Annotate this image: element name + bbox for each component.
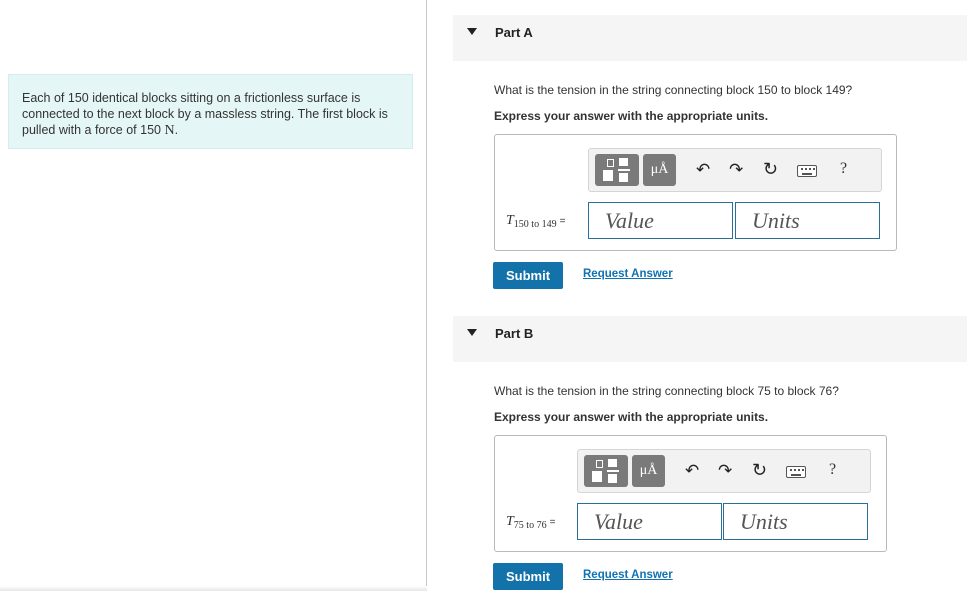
keyboard-icon[interactable] (786, 466, 806, 478)
redo-icon[interactable]: ↷ (718, 461, 732, 481)
force-unit: N (164, 123, 175, 138)
part-b-variable-label: T75 to 76 = (506, 514, 556, 531)
part-a-variable-label: T150 to 149 = (506, 213, 566, 230)
keyboard-icon[interactable] (797, 165, 817, 177)
part-b-submit-button[interactable]: Submit (493, 563, 563, 590)
part-a-instructions: Express your answer with the appropriate… (494, 109, 769, 123)
collapse-triangle-icon[interactable] (467, 329, 477, 336)
part-a-value-input[interactable]: Value (588, 202, 733, 239)
templates-icon[interactable] (595, 154, 639, 186)
part-a-header[interactable]: Part A (453, 15, 967, 61)
templates-icon[interactable] (584, 455, 628, 487)
redo-icon[interactable]: ↷ (729, 160, 743, 180)
part-b-toolbar: μÅ ↶ ↷ ↻ ? (577, 449, 871, 493)
part-a-submit-button[interactable]: Submit (493, 262, 563, 289)
part-a-answer-box: μÅ ↶ ↷ ↻ ? T150 to 149 = Value Units (494, 134, 897, 251)
reset-icon[interactable]: ↻ (763, 159, 778, 179)
part-a-question: What is the tension in the string connec… (494, 83, 853, 97)
reset-icon[interactable]: ↻ (752, 460, 767, 480)
undo-icon[interactable]: ↶ (696, 160, 710, 180)
part-b-title: Part B (495, 326, 534, 341)
problem-text: Each of 150 identical blocks sitting on … (22, 91, 388, 137)
help-icon[interactable]: ? (840, 160, 847, 178)
part-a-request-answer-link[interactable]: Request Answer (583, 268, 673, 280)
part-b-value-input[interactable]: Value (577, 503, 722, 540)
units-button[interactable]: μÅ (643, 154, 676, 186)
part-b-answer-box: μÅ ↶ ↷ ↻ ? T75 to 76 = Value Units (494, 435, 887, 552)
part-b-request-answer-link[interactable]: Request Answer (583, 569, 673, 581)
units-button[interactable]: μÅ (632, 455, 665, 487)
part-b-header[interactable]: Part B (453, 316, 967, 362)
part-a-units-input[interactable]: Units (735, 202, 880, 239)
part-b-instructions: Express your answer with the appropriate… (494, 410, 769, 424)
part-a-toolbar: μÅ ↶ ↷ ↻ ? (588, 148, 882, 192)
scroll-shadow (0, 586, 427, 591)
help-icon[interactable]: ? (829, 461, 836, 479)
part-b-units-input[interactable]: Units (723, 503, 868, 540)
problem-text-end: . (174, 123, 179, 137)
undo-icon[interactable]: ↶ (685, 461, 699, 481)
collapse-triangle-icon[interactable] (467, 28, 477, 35)
problem-pane: Each of 150 identical blocks sitting on … (0, 0, 427, 591)
problem-statement: Each of 150 identical blocks sitting on … (8, 74, 413, 149)
part-b-question: What is the tension in the string connec… (494, 384, 839, 398)
part-a-title: Part A (495, 25, 533, 40)
